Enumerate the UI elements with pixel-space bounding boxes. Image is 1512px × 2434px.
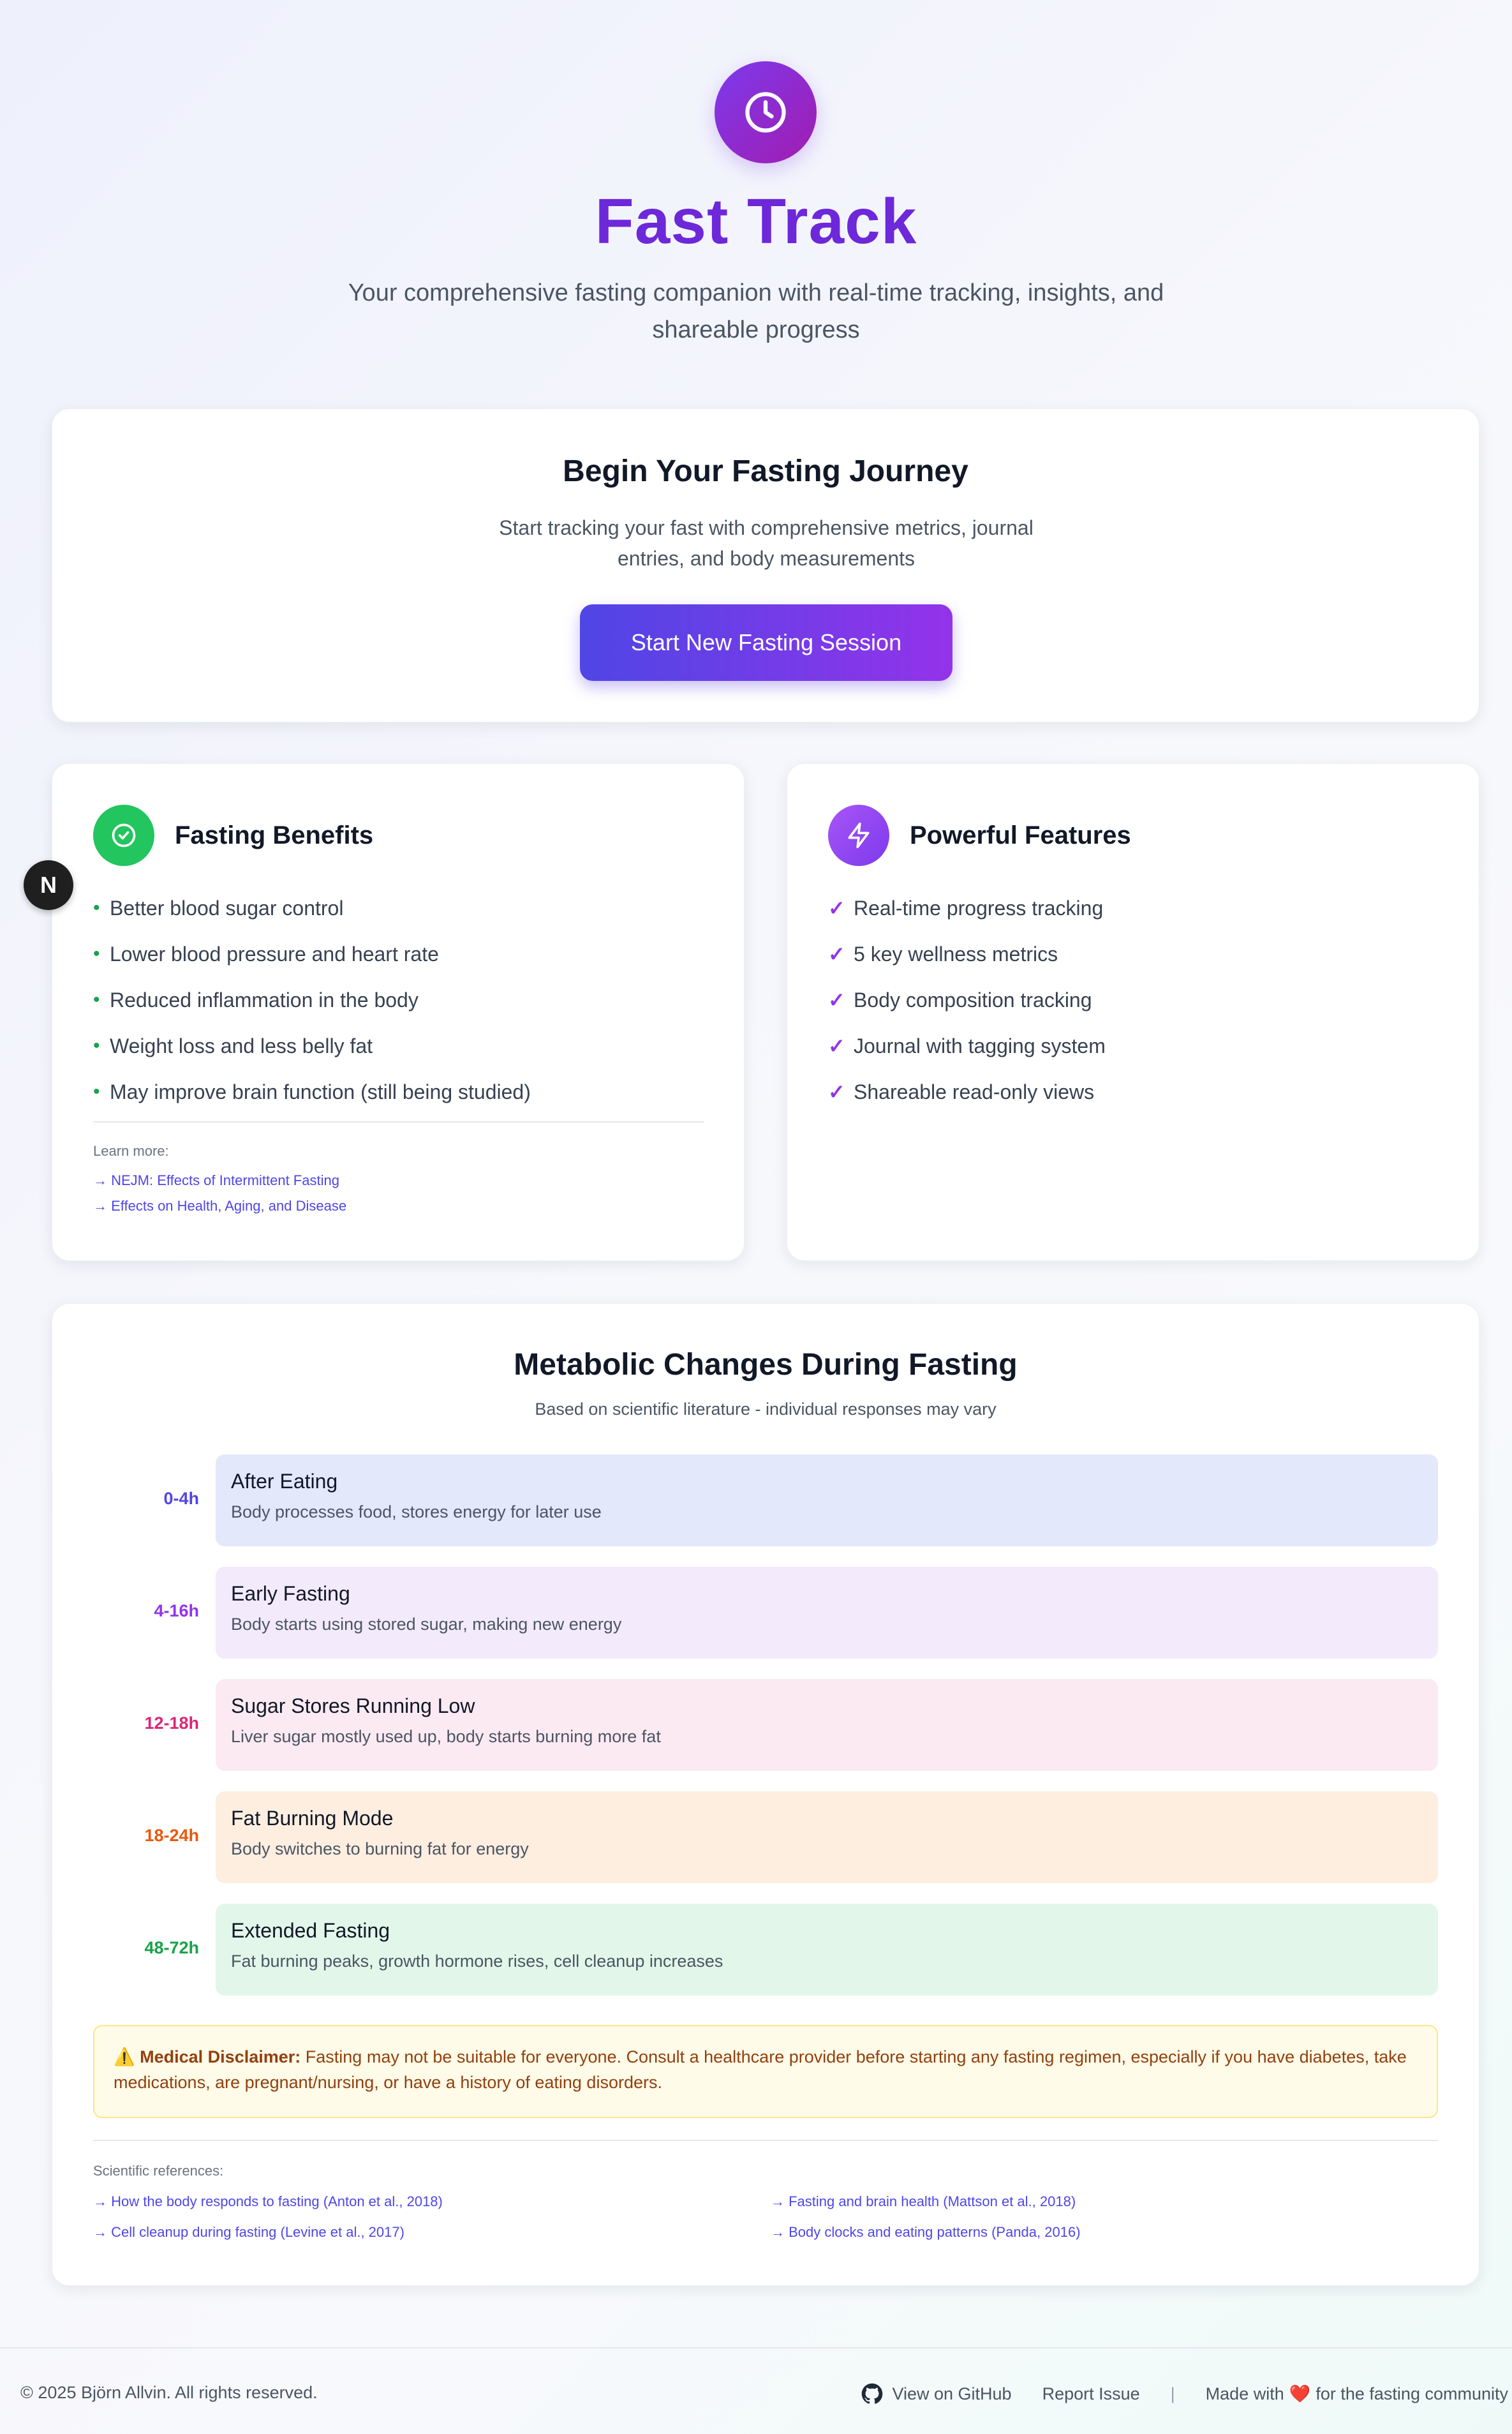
stage-title: After Eating bbox=[231, 1470, 338, 1493]
made-with-suffix: for the fasting community bbox=[1316, 2384, 1508, 2403]
list-item: ✓ Real-time progress tracking bbox=[828, 896, 1104, 920]
learn-more-label: Learn more: bbox=[93, 1143, 169, 1159]
app-title: Fast Track bbox=[595, 186, 917, 257]
stage-hours: 4-16h bbox=[154, 1601, 199, 1620]
check-icon: ✓ bbox=[828, 1034, 845, 1057]
list-item: ✓ Shareable read-only views bbox=[828, 1080, 1095, 1104]
stage-box: Sugar Stores Running Low Liver sugar mos… bbox=[216, 1679, 1438, 1771]
copyright: © 2025 Björn Allvin. All rights reserved… bbox=[20, 2383, 318, 2402]
check-circle-icon bbox=[93, 805, 154, 866]
github-label: View on GitHub bbox=[892, 2384, 1012, 2403]
clock-icon bbox=[715, 61, 817, 163]
metabolic-subtitle: Based on scientific literature - individ… bbox=[535, 1400, 997, 1419]
stage-hours: 18-24h bbox=[144, 1826, 199, 1845]
bullet-icon: • bbox=[93, 943, 100, 964]
stage-box: Fat Burning Mode Body switches to burnin… bbox=[216, 1791, 1438, 1883]
warning-icon: ⚠️ bbox=[114, 2047, 135, 2066]
check-icon: ✓ bbox=[828, 989, 845, 1012]
divider bbox=[93, 1121, 704, 1123]
list-item: ✓ Body composition tracking bbox=[828, 988, 1092, 1012]
stage-title: Extended Fasting bbox=[231, 1919, 390, 1942]
bullet-icon: • bbox=[93, 897, 100, 918]
stage-hours: 48-72h bbox=[144, 1938, 199, 1957]
journey-card: Begin Your Fasting Journey Start trackin… bbox=[52, 408, 1479, 722]
stage-description: Body processes food, stores energy for l… bbox=[231, 1502, 602, 1521]
start-fasting-button[interactable]: Start New Fasting Session bbox=[580, 604, 952, 681]
footer-links: View on GitHub Report Issue | Made with … bbox=[861, 2383, 1508, 2405]
list-item: ✓ 5 key wellness metrics bbox=[828, 942, 1058, 966]
disclaimer-text: Fasting may not be suitable for everyone… bbox=[114, 2047, 1407, 2092]
check-icon: ✓ bbox=[828, 943, 845, 966]
footer: © 2025 Björn Allvin. All rights reserved… bbox=[0, 2347, 1512, 2434]
divider bbox=[93, 2140, 1438, 2141]
list-item: • Lower blood pressure and heart rate bbox=[93, 942, 439, 966]
stage-box: Early Fasting Body starts using stored s… bbox=[216, 1567, 1438, 1659]
stage-title: Early Fasting bbox=[231, 1582, 350, 1605]
report-issue-link[interactable]: Report Issue bbox=[1042, 2384, 1140, 2404]
benefits-list: • Better blood sugar control • Lower blood… bbox=[93, 885, 706, 1115]
reference-link[interactable]: → How the body responds to fasting (Anto… bbox=[93, 2193, 443, 2210]
metabolic-card: Metabolic Changes During Fasting Based o… bbox=[52, 1303, 1479, 2286]
benefits-card: Fasting Benefits • Better blood sugar con… bbox=[52, 763, 745, 1261]
reference-link[interactable]: → Fasting and brain health (Mattson et a… bbox=[771, 2193, 1076, 2210]
stage-hours: 12-18h bbox=[144, 1714, 199, 1733]
github-icon bbox=[862, 2383, 883, 2404]
benefits-title: Fasting Benefits bbox=[175, 821, 374, 849]
medical-disclaimer: ⚠️ Medical Disclaimer: Fasting may not b… bbox=[93, 2025, 1438, 2118]
stage-title: Sugar Stores Running Low bbox=[231, 1694, 475, 1717]
references-label: Scientific references: bbox=[93, 2163, 224, 2179]
health-aging-link[interactable]: → Effects on Health, Aging, and Disease bbox=[93, 1198, 346, 1214]
list-item: • May improve brain function (still being… bbox=[93, 1080, 531, 1103]
stage-box: Extended Fasting Fat burning peaks, grow… bbox=[216, 1904, 1438, 1996]
stage-description: Fat burning peaks, growth hormone rises,… bbox=[231, 1952, 723, 1971]
stage-title: Fat Burning Mode bbox=[231, 1807, 394, 1830]
stage-description: Body starts using stored sugar, making n… bbox=[231, 1615, 622, 1634]
lightning-icon bbox=[828, 805, 889, 866]
list-item: ✓ Journal with tagging system bbox=[828, 1034, 1106, 1058]
stage-box: After Eating Body processes food, stores… bbox=[216, 1454, 1438, 1546]
github-link[interactable]: View on GitHub bbox=[861, 2383, 1012, 2405]
heart-icon: ❤️ bbox=[1289, 2384, 1311, 2403]
made-with-prefix: Made with bbox=[1205, 2384, 1284, 2403]
stage-description: Liver sugar mostly used up, body starts … bbox=[231, 1727, 661, 1746]
list-item: • Weight loss and less belly fat bbox=[93, 1034, 373, 1057]
app-subtitle: Your comprehensive fasting companion wit… bbox=[348, 280, 1164, 343]
check-icon: ✓ bbox=[828, 1080, 845, 1103]
disclaimer-label: Medical Disclaimer: bbox=[140, 2047, 301, 2066]
stage-description: Body switches to burning fat for energy bbox=[231, 1839, 529, 1858]
bullet-icon: • bbox=[93, 1081, 100, 1102]
dev-tools-badge[interactable]: N bbox=[24, 860, 73, 910]
features-list: ✓ Real-time progress tracking ✓ 5 key well… bbox=[828, 885, 1441, 1115]
bullet-icon: • bbox=[93, 1035, 100, 1056]
journey-title: Begin Your Fasting Journey bbox=[563, 454, 968, 488]
footer-separator: | bbox=[1170, 2384, 1175, 2403]
reference-link[interactable]: → Body clocks and eating patterns (Panda… bbox=[771, 2224, 1081, 2241]
list-item: • Better blood sugar control bbox=[93, 896, 344, 920]
stage-hours: 0-4h bbox=[163, 1489, 199, 1508]
metabolic-title: Metabolic Changes During Fasting bbox=[514, 1348, 1018, 1382]
nejm-link[interactable]: → NEJM: Effects of Intermittent Fasting bbox=[93, 1172, 339, 1189]
journey-description: Start tracking your fast with comprehens… bbox=[499, 516, 1034, 570]
features-card: Powerful Features ✓ Real-time progress tr… bbox=[787, 763, 1479, 1261]
bullet-icon: • bbox=[93, 989, 100, 1010]
list-item: • Reduced inflammation in the body bbox=[93, 988, 419, 1012]
check-icon: ✓ bbox=[828, 897, 845, 920]
features-title: Powerful Features bbox=[910, 821, 1131, 849]
reference-link[interactable]: → Cell cleanup during fasting (Levine et… bbox=[93, 2224, 404, 2241]
